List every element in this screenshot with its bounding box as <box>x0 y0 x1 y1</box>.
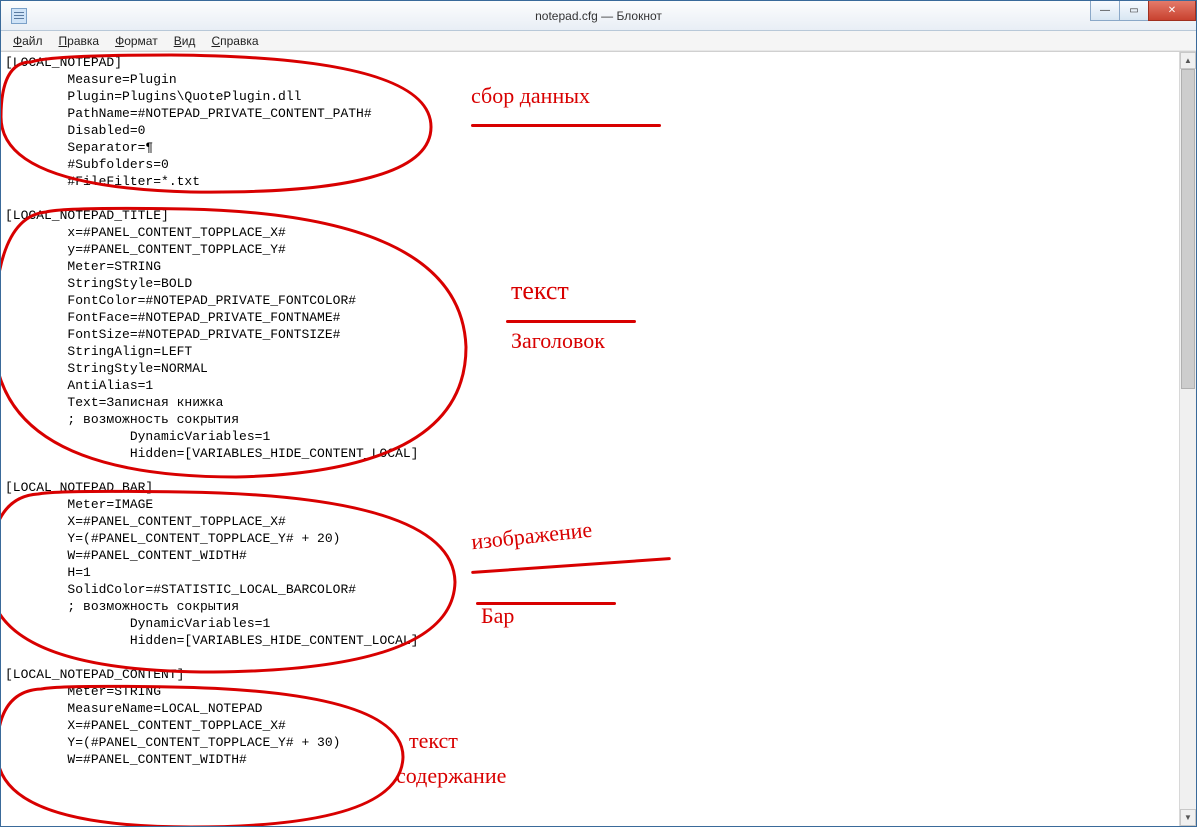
annotation-label-4b: содержание <box>396 767 506 784</box>
annotation-label-4a: текст <box>409 732 458 749</box>
client-area: [LOCAL_NOTEPAD] Measure=Plugin Plugin=Pl… <box>1 51 1196 826</box>
annotation-label-1: сбор данных <box>471 87 590 104</box>
maximize-button[interactable]: ▭ <box>1119 1 1149 21</box>
menu-file[interactable]: Файл <box>5 32 51 50</box>
scroll-up-button[interactable]: ▲ <box>1180 52 1196 69</box>
text-editor-area[interactable]: [LOCAL_NOTEPAD] Measure=Plugin Plugin=Pl… <box>1 52 1179 826</box>
menu-format[interactable]: Формат <box>107 32 166 50</box>
annotation-label-2a: текст <box>511 282 569 299</box>
annotation-label-2b: Заголовок <box>511 332 605 349</box>
menu-help[interactable]: Справка <box>203 32 266 50</box>
window-title: notepad.cfg — Блокнот <box>1 9 1196 23</box>
close-button[interactable]: ✕ <box>1148 1 1196 21</box>
titlebar[interactable]: notepad.cfg — Блокнот — ▭ ✕ <box>1 1 1196 31</box>
annotation-underline-3a <box>471 557 671 574</box>
menubar: Файл Правка Формат Вид Справка <box>1 31 1196 51</box>
menu-view[interactable]: Вид <box>166 32 204 50</box>
annotation-underline-1 <box>471 124 661 127</box>
minimize-button[interactable]: — <box>1090 1 1120 21</box>
annotation-label-3b: Бар <box>481 607 514 624</box>
app-window: notepad.cfg — Блокнот — ▭ ✕ Файл Правка … <box>0 0 1197 827</box>
annotation-label-3a: изображение <box>470 521 592 551</box>
scroll-down-button[interactable]: ▼ <box>1180 809 1196 826</box>
menu-edit[interactable]: Правка <box>51 32 108 50</box>
editor-content: [LOCAL_NOTEPAD] Measure=Plugin Plugin=Pl… <box>5 55 418 767</box>
scroll-track[interactable] <box>1180 69 1196 809</box>
notepad-icon <box>11 8 27 24</box>
vertical-scrollbar[interactable]: ▲ ▼ <box>1179 52 1196 826</box>
scroll-thumb[interactable] <box>1181 69 1195 389</box>
window-controls: — ▭ ✕ <box>1091 1 1196 21</box>
annotation-underline-3b <box>476 602 616 605</box>
annotation-underline-2a <box>506 320 636 323</box>
